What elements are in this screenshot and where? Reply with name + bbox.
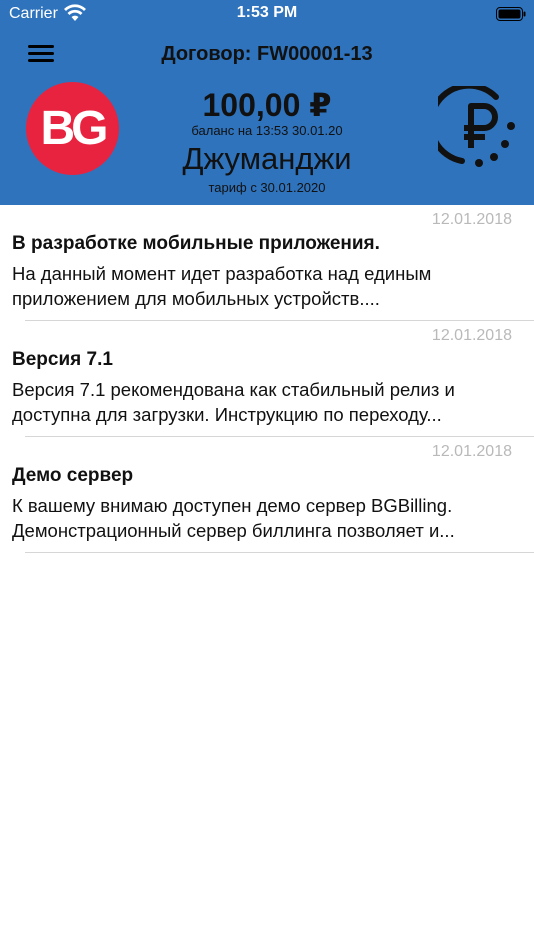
news-preview: На данный момент идет разработка над еди…	[12, 261, 524, 311]
news-item[interactable]: 12.01.2018 Демо сервер К вашему внимаю д…	[0, 437, 534, 553]
news-preview-line: Демонстрационный сервер биллинга позволя…	[12, 520, 455, 541]
news-list: 12.01.2018 В разработке мобильные прилож…	[0, 205, 534, 553]
news-title: Версия 7.1	[12, 349, 113, 370]
news-title: Демо сервер	[12, 465, 134, 486]
news-preview: К вашему внимаю доступен демо сервер BGB…	[12, 493, 524, 543]
news-item[interactable]: 12.01.2018 В разработке мобильные прилож…	[0, 205, 534, 321]
news-title: В разработке мобильные приложения.	[12, 233, 380, 254]
news-preview-line: На данный момент идет разработка над еди…	[12, 263, 432, 284]
separator	[25, 552, 534, 553]
status-bar: Carrier 1:53 PM	[0, 0, 534, 30]
status-time: 1:53 PM	[236, 4, 298, 21]
news-preview: Версия 7.1 рекомендована как стабильный …	[12, 377, 524, 427]
header: Carrier 1:53 PM Договор: FW00001-13 BG 1…	[0, 0, 534, 205]
news-preview-line: доступна для загрузки. Инструкцию по пер…	[12, 404, 442, 425]
battery-icon	[496, 7, 526, 21]
news-date: 12.01.2018	[431, 327, 512, 344]
news-date: 12.01.2018	[431, 211, 512, 228]
news-item[interactable]: 12.01.2018 Версия 7.1 Версия 7.1 рекомен…	[0, 321, 534, 437]
contract-title: Договор: FW00001-13	[161, 43, 373, 65]
payment-ruble-icon[interactable]	[438, 86, 518, 172]
news-date: 12.01.2018	[431, 443, 512, 460]
news-preview-line: Версия 7.1 рекомендована как стабильный …	[12, 379, 455, 400]
news-preview-line: приложением для мобильных устройств....	[12, 288, 380, 309]
news-preview-line: К вашему внимаю доступен демо сервер BGB…	[12, 495, 453, 516]
tariff-date: тариф с 30.01.2020	[208, 180, 326, 195]
